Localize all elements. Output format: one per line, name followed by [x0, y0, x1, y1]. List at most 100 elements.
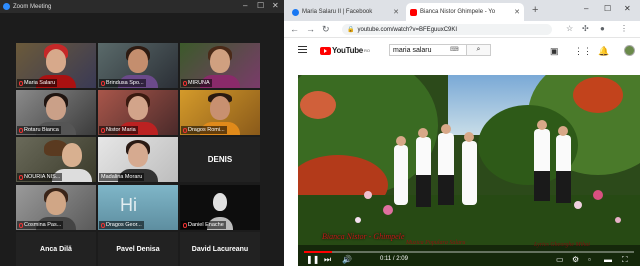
create-video-icon[interactable]: ▣ — [550, 46, 559, 57]
muted-mic-icon — [101, 80, 105, 86]
participant-tile[interactable]: Nistor Maria — [98, 90, 178, 135]
progress-bar[interactable] — [304, 251, 634, 253]
participant-tile[interactable]: Cosmina Pas... — [16, 185, 96, 230]
hamburger-menu-icon[interactable] — [298, 46, 307, 53]
participant-name: David Lacureanu — [191, 245, 249, 253]
muted-mic-icon — [183, 222, 187, 228]
back-icon[interactable]: ← — [290, 24, 299, 34]
muted-mic-icon — [183, 80, 187, 86]
profile-icon[interactable]: ● — [600, 24, 605, 33]
search-button[interactable]: ⌕ — [467, 44, 491, 56]
youtube-logo[interactable]: YouTube RO — [320, 46, 370, 55]
video-player[interactable]: Bianca Nistor - Ghimpele Muzica Populara… — [298, 75, 640, 266]
close-tab-icon[interactable]: ✕ — [514, 8, 520, 16]
url-text: youtube.com/watch?v=BFEguuxC9KI — [357, 26, 458, 33]
forward-icon[interactable]: → — [306, 24, 315, 34]
chrome-window: Maria Salaru II | Facebook ✕ Bianca Nist… — [284, 0, 640, 266]
participant-tile[interactable]: Maria Salaru — [16, 43, 96, 88]
close-icon[interactable]: ✕ — [272, 2, 279, 10]
youtube-play-icon — [320, 46, 331, 55]
participant-name: Daniel Enache — [181, 221, 226, 229]
avatar[interactable] — [624, 45, 635, 56]
video-caption-left: Muzica Populara Salaru — [406, 240, 466, 246]
participant-tile[interactable]: Daniel Enache — [180, 185, 260, 230]
apps-icon[interactable]: ⋮⋮ — [574, 46, 592, 57]
keyboard-icon[interactable]: ⌨ — [450, 46, 459, 53]
theater-mode-icon[interactable]: ▬ — [604, 255, 612, 265]
participant-name: Madalina Moraru — [99, 173, 145, 181]
tile-overlay-text: Hi — [120, 195, 137, 215]
settings-gear-icon[interactable]: ⚙ — [572, 255, 579, 265]
participant-name: Rotaru Bianca — [17, 126, 61, 134]
muted-mic-icon — [19, 80, 23, 86]
youtube-header: YouTube RO maria salaru ⌨ ⌕ ▣ ⋮⋮ 🔔 — [284, 38, 640, 64]
minimize-icon[interactable]: – — [584, 4, 588, 13]
zoom-title-bar: Zoom Meeting – ☐ ✕ — [0, 0, 284, 13]
browser-toolbar: ← → ↻ 🔒 youtube.com/watch?v=BFEguuxC9KI … — [284, 21, 640, 38]
participant-tile[interactable]: Hi Dragos Geor... — [98, 185, 178, 230]
participant-tile[interactable]: DENIS — [180, 137, 260, 182]
zoom-window-title: Zoom Meeting — [13, 3, 52, 10]
close-tab-icon[interactable]: ✕ — [393, 8, 399, 16]
participant-tile[interactable]: Dragos Romi... — [180, 90, 260, 135]
bookmark-star-icon[interactable]: ☆ — [566, 24, 573, 33]
video-caption-title: Bianca Nistor - Ghimpele — [322, 232, 405, 241]
participant-tile[interactable]: MIRUNA — [180, 43, 260, 88]
time-display: 0:11 / 2:09 — [380, 256, 408, 262]
zoom-window: Zoom Meeting – ☐ ✕ Maria Salaru Brindusa… — [0, 0, 284, 266]
maximize-icon[interactable]: ☐ — [604, 4, 611, 13]
desktop: Zoom Meeting – ☐ ✕ Maria Salaru Brindusa… — [0, 0, 640, 266]
volume-icon[interactable]: 🔊 — [342, 255, 352, 265]
participant-name: Nistor Maria — [99, 126, 138, 134]
participant-name: Cosmina Pas... — [17, 221, 64, 229]
pause-icon[interactable]: ❚❚ — [306, 255, 319, 265]
participant-name: Pavel Denisa — [116, 245, 160, 253]
tab-facebook[interactable]: Maria Salaru II | Facebook ✕ — [288, 3, 403, 21]
reload-icon[interactable]: ↻ — [322, 24, 330, 34]
active-speaker-tile[interactable]: Madalina Moraru — [98, 137, 178, 182]
participant-name: DENIS — [207, 155, 233, 164]
participant-tile[interactable]: NOURIA NIS... — [16, 137, 96, 182]
facebook-icon — [292, 8, 299, 16]
participant-name: Anca Dilă — [40, 245, 72, 253]
tab-title: Maria Salaru II | Facebook — [302, 9, 373, 15]
tab-title: Bianca Nistor Ghimpele - Yo — [420, 9, 496, 15]
participant-name: Maria Salaru — [17, 79, 58, 87]
minimize-icon[interactable]: – — [243, 2, 247, 10]
participant-name: MIRUNA — [181, 79, 212, 87]
new-tab-button[interactable]: + — [532, 5, 538, 16]
gallery-view: Maria Salaru Brindusa Spo... MIRUNA Rota… — [0, 13, 284, 266]
chrome-menu-icon[interactable]: ⋮ — [620, 24, 628, 33]
search-icon: ⌕ — [476, 46, 481, 53]
participant-name: Dragos Geor... — [99, 221, 144, 229]
participant-tile[interactable]: Brindusa Spo... — [98, 43, 178, 88]
tab-youtube[interactable]: Bianca Nistor Ghimpele - Yo ✕ — [406, 3, 524, 21]
fullscreen-icon[interactable]: ⛶ — [622, 255, 628, 265]
next-icon[interactable]: ⏭ — [324, 255, 331, 265]
muted-mic-icon — [19, 174, 23, 180]
tab-strip: Maria Salaru II | Facebook ✕ Bianca Nist… — [284, 0, 640, 21]
address-bar[interactable]: 🔒 youtube.com/watch?v=BFEguuxC9KI — [342, 24, 552, 35]
extensions-icon[interactable]: ✣ — [582, 24, 589, 33]
lock-icon: 🔒 — [347, 27, 355, 33]
participant-tile[interactable]: Anca Dilă — [16, 232, 96, 266]
participant-name: NOURIA NIS... — [17, 173, 63, 181]
participant-tile[interactable]: Rotaru Bianca — [16, 90, 96, 135]
player-controls: ❚❚ ⏭ 🔊 0:11 / 2:09 ▭ ⚙ ▫ ▬ ⛶ — [298, 254, 640, 266]
participant-name: Brindusa Spo... — [99, 79, 146, 87]
muted-mic-icon — [19, 222, 23, 228]
muted-mic-icon — [19, 127, 23, 133]
participant-tile[interactable]: Pavel Denisa — [98, 232, 178, 266]
video-caption-right: Lyrics Gheorghe Mihai — [534, 242, 590, 248]
youtube-icon — [410, 8, 417, 16]
participant-name: Dragos Romi... — [181, 126, 227, 134]
miniplayer-icon[interactable]: ▫ — [588, 255, 591, 265]
maximize-icon[interactable]: ☐ — [257, 2, 264, 10]
captions-icon[interactable]: ▭ — [556, 255, 564, 265]
participant-tile[interactable]: David Lacureanu — [180, 232, 260, 266]
muted-mic-icon — [101, 127, 105, 133]
muted-mic-icon — [101, 222, 105, 228]
notifications-bell-icon[interactable]: 🔔 — [598, 46, 609, 57]
close-icon[interactable]: ✕ — [624, 4, 631, 13]
zoom-logo-icon — [3, 3, 10, 10]
